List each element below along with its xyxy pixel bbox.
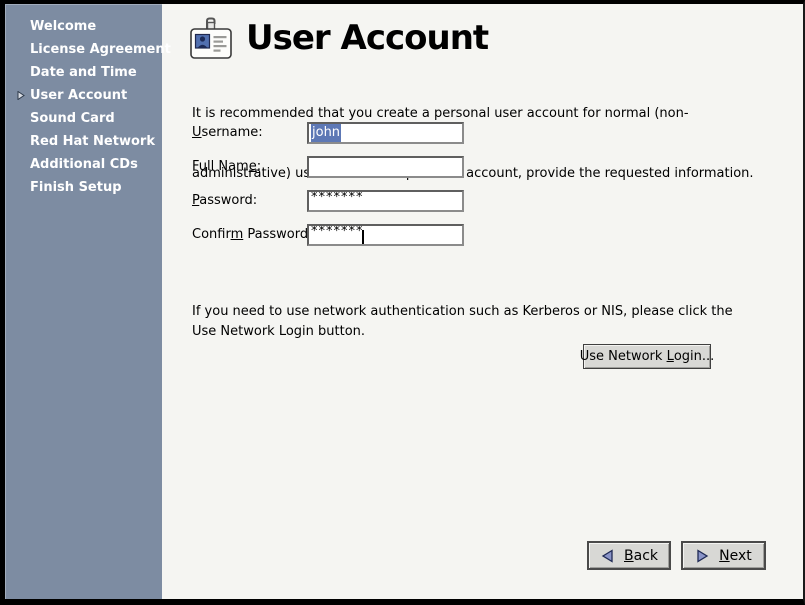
sidebar-item-label: Welcome [30, 19, 96, 34]
sidebar-item-user-account: User Account [5, 84, 162, 107]
back-arrow-icon [600, 549, 615, 563]
masked-password-text: ******* [311, 193, 364, 203]
sidebar-item-finish-setup: Finish Setup [5, 176, 162, 199]
use-network-login-button[interactable]: Use Network Login... [583, 344, 711, 369]
next-button-label: Next [719, 548, 752, 564]
id-badge-icon [187, 16, 235, 63]
main-panel: User Account It is recommended that you … [162, 4, 803, 599]
back-button-label: Back [624, 548, 658, 564]
intro-line-1: It is recommended that you create a pers… [192, 104, 754, 124]
next-arrow-icon [695, 549, 710, 563]
sidebar-item-license-agreement: License Agreement [5, 38, 162, 61]
sidebar-item-label: Sound Card [30, 111, 115, 126]
sidebar-item-additional-cds: Additional CDs [5, 153, 162, 176]
full-name-input[interactable] [307, 156, 464, 178]
network-auth-text: If you need to use network authenticatio… [192, 302, 733, 342]
wizard-step-sidebar: Welcome License Agreement Date and Time … [5, 4, 162, 599]
sidebar-item-label: User Account [30, 88, 127, 103]
intro-text: It is recommended that you create a pers… [192, 64, 754, 224]
confirm-password-input[interactable]: ******* [307, 224, 464, 246]
password-label: Password: [192, 190, 257, 212]
full-name-label: Full Name: [192, 156, 261, 178]
setup-agent-window: Welcome License Agreement Date and Time … [0, 0, 805, 605]
current-step-arrow-icon [17, 91, 25, 100]
sidebar-item-date-and-time: Date and Time [5, 61, 162, 84]
next-button[interactable]: Next [681, 541, 766, 570]
selected-text: john [311, 124, 341, 142]
sidebar-item-label: Finish Setup [30, 180, 122, 195]
network-auth-line-2: Use Network Login button. [192, 322, 733, 342]
page-header: User Account [187, 16, 488, 63]
username-label: Username: [192, 122, 263, 144]
text-cursor [362, 230, 364, 246]
back-button[interactable]: Back [587, 541, 671, 570]
password-input[interactable]: ******* [307, 190, 464, 212]
username-input[interactable]: john [307, 122, 464, 144]
sidebar-item-label: License Agreement [30, 42, 171, 57]
sidebar-item-red-hat-network: Red Hat Network [5, 130, 162, 153]
sidebar-item-label: Additional CDs [30, 157, 138, 172]
network-auth-line-1: If you need to use network authenticatio… [192, 302, 733, 322]
sidebar-item-label: Date and Time [30, 65, 137, 80]
sidebar-item-sound-card: Sound Card [5, 107, 162, 130]
page-title: User Account [246, 21, 488, 59]
masked-password-text: ******* [311, 227, 364, 237]
confirm-password-label: Confirm Password: [192, 224, 312, 246]
sidebar-item-welcome: Welcome [5, 15, 162, 38]
sidebar-item-label: Red Hat Network [30, 134, 155, 149]
intro-line-2: administrative) use. To create a persona… [192, 164, 754, 184]
